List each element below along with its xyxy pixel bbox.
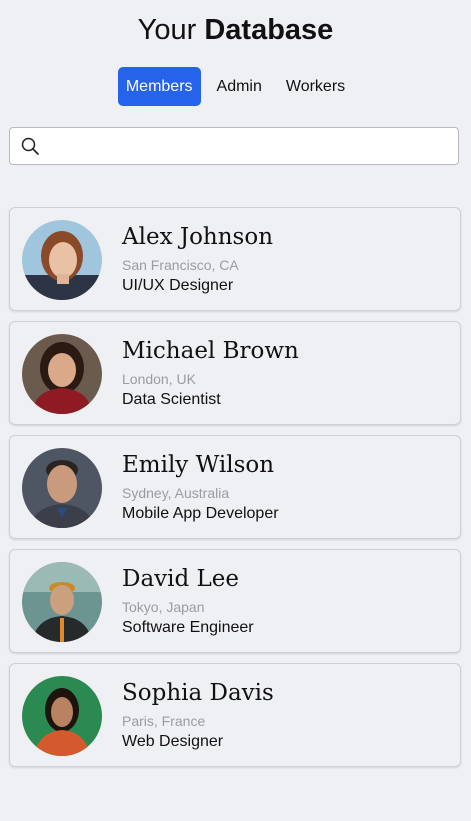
search-input[interactable] [48, 128, 452, 166]
member-name: Michael Brown [122, 338, 299, 364]
member-card[interactable]: Emily Wilson Sydney, Australia Mobile Ap… [9, 435, 461, 539]
member-role: Web Designer [122, 733, 224, 750]
member-card[interactable]: David Lee Tokyo, Japan Software Engineer [9, 549, 461, 653]
avatar [22, 562, 102, 642]
member-role: Mobile App Developer [122, 505, 279, 522]
member-name: David Lee [122, 566, 240, 592]
member-location: Tokyo, Japan [122, 599, 205, 615]
member-name: Alex Johnson [122, 224, 274, 250]
member-role: Software Engineer [122, 619, 254, 636]
tab-admin[interactable]: Admin [209, 67, 270, 106]
search-icon [21, 137, 39, 155]
tab-workers[interactable]: Workers [278, 67, 353, 106]
member-name: Emily Wilson [122, 452, 275, 478]
avatar [22, 220, 102, 300]
member-card[interactable]: Michael Brown London, UK Data Scientist [9, 321, 461, 425]
tab-members[interactable]: Members [117, 67, 201, 106]
member-list: Alex Johnson San Francisco, CA UI/UX Des… [9, 207, 461, 777]
member-card[interactable]: Sophia Davis Paris, France Web Designer [9, 663, 461, 767]
member-role: Data Scientist [122, 391, 221, 408]
member-role: UI/UX Designer [122, 277, 234, 294]
search-box[interactable] [9, 127, 459, 166]
avatar [22, 334, 102, 414]
page-title-light: Your [137, 14, 197, 46]
member-location: Paris, France [122, 713, 206, 729]
member-card[interactable]: Alex Johnson San Francisco, CA UI/UX Des… [9, 207, 461, 311]
member-name: Sophia Davis [122, 680, 274, 706]
member-location: San Francisco, CA [122, 257, 239, 273]
avatar [22, 676, 102, 756]
avatar [22, 448, 102, 528]
page-title-bold: Database [204, 14, 334, 46]
member-location: Sydney, Australia [122, 485, 230, 501]
member-location: London, UK [122, 371, 196, 387]
tab-bar: Members Admin Workers [0, 67, 471, 106]
page-title: Your Database [0, 12, 471, 48]
